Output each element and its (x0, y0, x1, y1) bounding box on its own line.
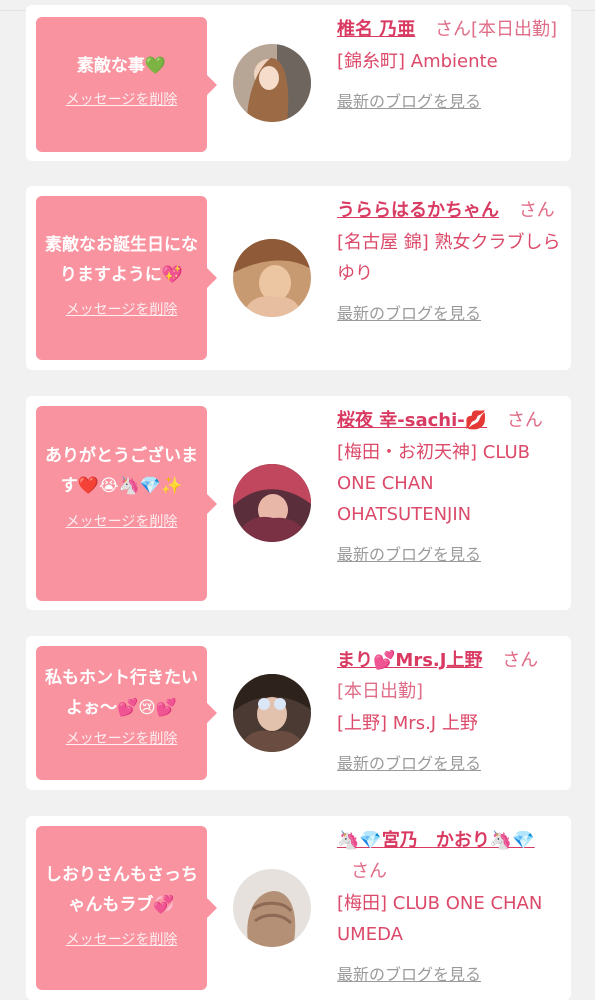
avatar-photo (233, 674, 311, 752)
message-card: ありがとうございます❤️😭🦄💎✨ メッセージを削除 桜夜 幸-sachi-💋 さ… (26, 396, 571, 610)
delete-message-link[interactable]: メッセージを削除 (66, 728, 178, 748)
delete-message-link[interactable]: メッセージを削除 (66, 511, 178, 531)
cast-suffix: さん (518, 200, 555, 221)
message-bubble: 素敵なお誕生日になりますように💖 メッセージを削除 (36, 196, 217, 360)
message-text: 素敵な事💚 (76, 56, 167, 76)
message-bubble: しおりさんもさっちゃんもラブ💞 メッセージを削除 (36, 826, 217, 990)
cast-name-link[interactable]: まり💕Mrs.J上野 (337, 650, 482, 671)
avatar-photo (233, 44, 311, 122)
avatar-photo (233, 464, 311, 542)
shop-name: [錦糸町] Ambiente (337, 51, 498, 72)
delete-message-link[interactable]: メッセージを削除 (66, 299, 178, 319)
cast-name-link[interactable]: 🦄💎宮乃 かおり🦄💎 (337, 830, 535, 851)
avatar[interactable] (233, 674, 311, 752)
avatar[interactable] (233, 44, 311, 122)
message-card: しおりさんもさっちゃんもラブ💞 メッセージを削除 🦄💎宮乃 かおり🦄💎 さん [… (26, 816, 571, 1000)
cast-suffix: さん (351, 861, 387, 882)
avatar[interactable] (233, 464, 311, 542)
cast-info: 🦄💎宮乃 かおり🦄💎 さん [梅田] CLUB ONE CHAN UMEDA 最… (337, 825, 563, 990)
latest-blog-link[interactable]: 最新のブログを見る (337, 539, 563, 570)
cast-info: 椎名 乃亜 さん[本日出勤] [錦糸町] Ambiente 最新のブログを見る (337, 14, 563, 117)
message-text: 私もホント行きたいよぉ〜💕😢💕 (45, 668, 198, 718)
shop-name: [梅田・お初天神] CLUB ONE CHAN OHATSUTENJIN (337, 442, 530, 525)
message-text: ありがとうございます❤️😭🦄💎✨ (45, 446, 198, 496)
shop-name: [名古屋 錦] 熟女クラブしらゆり (337, 232, 561, 284)
cast-suffix: さん[本日出勤] (435, 19, 558, 40)
message-text: 素敵なお誕生日になりますように💖 (45, 235, 198, 285)
avatar-photo (233, 239, 311, 317)
cast-name-link[interactable]: うららはるかちゃん (337, 200, 499, 221)
delete-message-link[interactable]: メッセージを削除 (66, 929, 178, 949)
cast-info: 桜夜 幸-sachi-💋 さん [梅田・お初天神] CLUB ONE CHAN … (337, 405, 563, 570)
latest-blog-link[interactable]: 最新のブログを見る (337, 298, 563, 329)
message-card: 素敵なお誕生日になりますように💖 メッセージを削除 うららはるかちゃん さん [… (26, 186, 571, 370)
latest-blog-link[interactable]: 最新のブログを見る (337, 86, 563, 117)
delete-message-link[interactable]: メッセージを削除 (66, 89, 178, 109)
message-card: 素敵な事💚 メッセージを削除 椎名 乃亜 さん[本日出勤] [錦糸町] Ambi… (26, 5, 571, 161)
message-text: しおりさんもさっちゃんもラブ💞 (45, 865, 198, 915)
avatar-photo (233, 869, 311, 947)
shop-name: [梅田] CLUB ONE CHAN UMEDA (337, 893, 543, 945)
message-bubble: ありがとうございます❤️😭🦄💎✨ メッセージを削除 (36, 406, 217, 601)
message-bubble: 素敵な事💚 メッセージを削除 (36, 17, 217, 152)
shop-name: [上野] Mrs.J 上野 (337, 713, 478, 734)
latest-blog-link[interactable]: 最新のブログを見る (337, 748, 563, 779)
cast-name-link[interactable]: 桜夜 幸-sachi-💋 (337, 410, 487, 431)
avatar[interactable] (233, 869, 311, 947)
message-bubble: 私もホント行きたいよぉ〜💕😢💕 メッセージを削除 (36, 646, 217, 780)
cast-suffix: さん (506, 410, 543, 431)
avatar[interactable] (233, 239, 311, 317)
latest-blog-link[interactable]: 最新のブログを見る (337, 959, 563, 990)
cast-name-link[interactable]: 椎名 乃亜 (337, 19, 415, 40)
cast-info: うららはるかちゃん さん [名古屋 錦] 熟女クラブしらゆり 最新のブログを見る (337, 195, 563, 329)
message-card: 私もホント行きたいよぉ〜💕😢💕 メッセージを削除 まり💕Mrs.J上野 さん[本… (26, 636, 571, 790)
cast-info: まり💕Mrs.J上野 さん[本日出勤] [上野] Mrs.J 上野 最新のブログ… (337, 645, 563, 779)
